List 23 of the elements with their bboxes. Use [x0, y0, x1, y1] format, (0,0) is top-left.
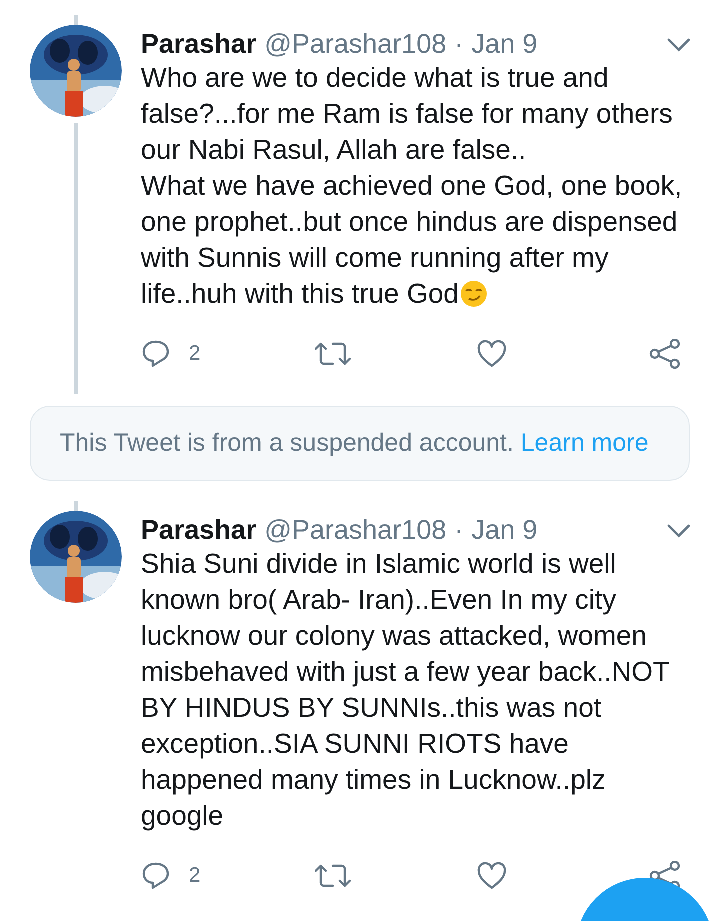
separator-dot: · [454, 515, 464, 546]
tweet-date[interactable]: Jan 9 [472, 515, 538, 546]
tweet-text: Who are we to decide what is true and false?...for me Ram is false for many others our Nabi Rasul, Allah are false.. What we have achieved one God, one book, one prophet..but once hindus are dispensed with Sunnis will come running after my life..huh with this true God [141, 62, 682, 309]
retweet-icon[interactable] [315, 862, 351, 890]
display-name[interactable]: Parashar [141, 29, 257, 60]
chevron-down-icon[interactable] [667, 38, 691, 52]
heart-icon[interactable] [477, 862, 507, 890]
tweet-text: Shia Suni divide in Islamic world is well known bro( Arab- Iran)..Even In my city lucknow our colony was attacked, women misbehaved with just a few year back..NOT BY HINDUS BY SUNNIs..this was not exception..SIA SUNNI RIOTS have happened many times in Lucknow..plz google [141, 548, 670, 831]
separator-dot: · [454, 29, 464, 60]
heart-icon[interactable] [477, 340, 507, 368]
username[interactable]: @Parashar108 [264, 515, 447, 546]
learn-more-link[interactable]: Learn more [520, 429, 649, 457]
display-name[interactable]: Parashar [141, 515, 257, 546]
username[interactable]: @Parashar108 [264, 29, 447, 60]
reply-icon[interactable] [141, 339, 171, 369]
retweet-icon[interactable] [315, 340, 351, 368]
notice-text: This Tweet is from a suspended account. [60, 429, 514, 457]
reply-count: 2 [189, 342, 201, 366]
reply-icon[interactable] [141, 861, 171, 891]
share-icon[interactable] [649, 339, 681, 369]
tweet-date[interactable]: Jan 9 [472, 29, 538, 60]
chevron-down-icon[interactable] [667, 524, 691, 538]
reply-count: 2 [189, 864, 201, 888]
